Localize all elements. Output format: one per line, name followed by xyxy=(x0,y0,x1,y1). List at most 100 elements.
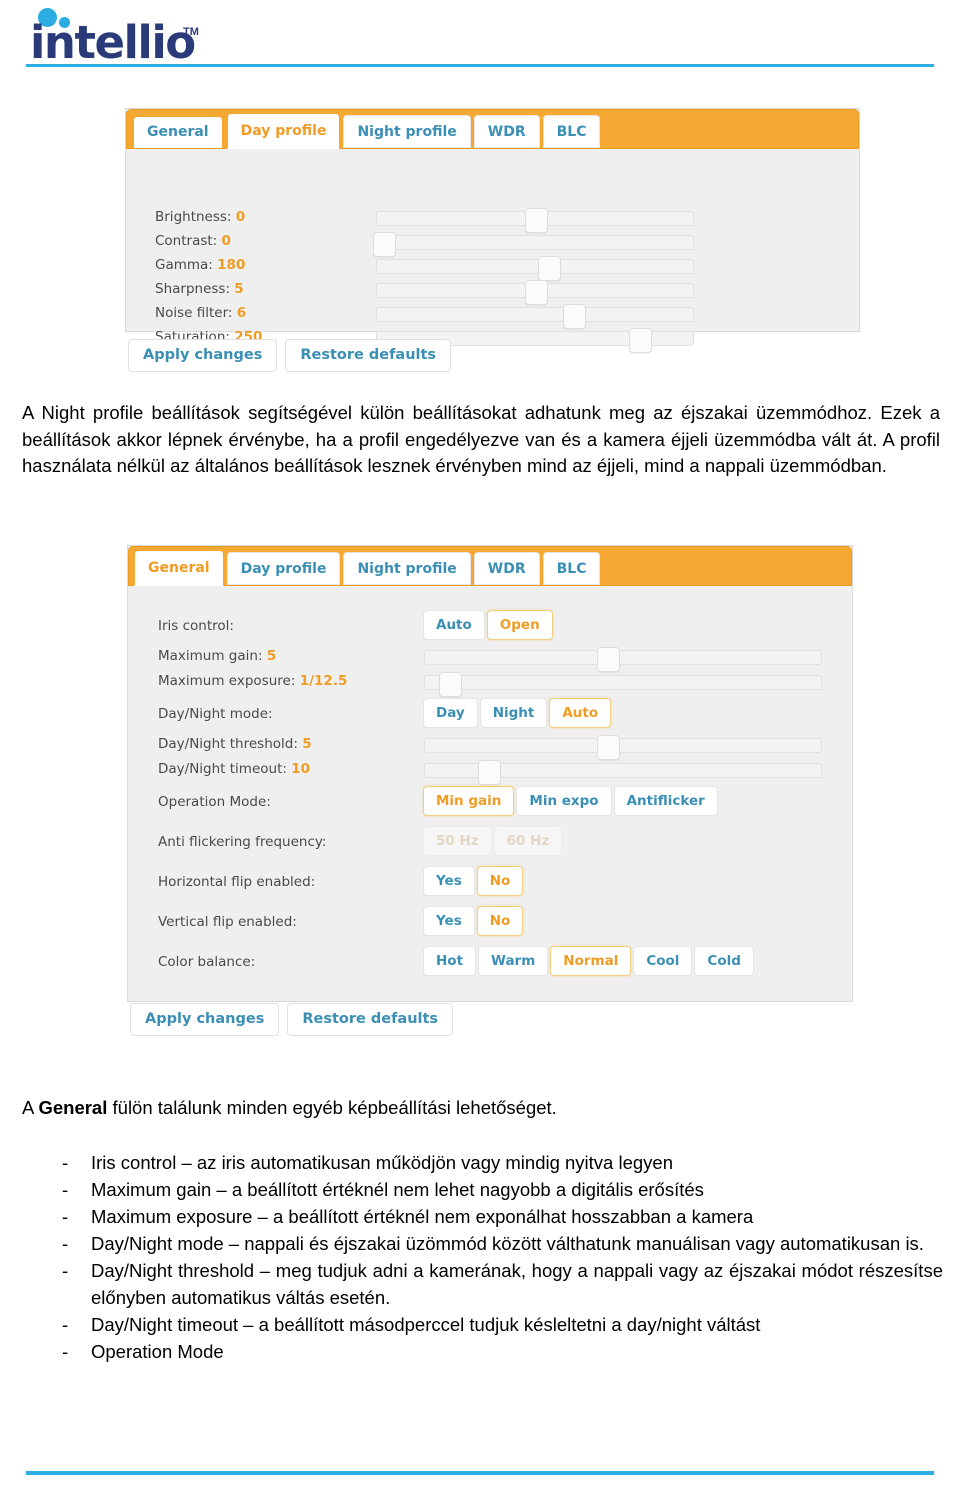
setting-row-sharpness: Sharpness: 5 xyxy=(126,280,859,305)
day-night-timeout-slider[interactable] xyxy=(424,760,822,785)
color-balance-label: Color balance: xyxy=(158,954,255,970)
bullet-dash: - xyxy=(62,1233,69,1254)
horizontal-flip-segmented: Yes No xyxy=(423,866,525,896)
horizontal-flip-label: Horizontal flip enabled: xyxy=(158,874,315,890)
operation-mode-option-min-gain[interactable]: Min gain xyxy=(423,786,515,816)
horizontal-flip-option-no[interactable]: No xyxy=(476,866,524,896)
day-profile-action-buttons: Apply changes Restore defaults xyxy=(128,339,459,372)
list-item-text: Maximum gain – a beállított értéknél nem… xyxy=(91,1179,704,1200)
maximum-exposure-label-text: Maximum exposure: xyxy=(158,673,296,689)
general-settings-body: Iris control: Auto Open Maximum gain: 5 … xyxy=(128,586,852,1000)
day-night-threshold-value: 5 xyxy=(302,736,312,752)
tab-day-profile-2[interactable]: Day profile xyxy=(226,552,341,585)
paragraph-general-suffix: fülön találunk minden egyéb képbeállítás… xyxy=(107,1097,557,1118)
color-balance-option-warm[interactable]: Warm xyxy=(478,946,549,976)
noise-filter-slider[interactable] xyxy=(376,304,694,329)
paragraph-night-profile: A Night profile beállítások segítségével… xyxy=(22,402,940,476)
setting-row-day-night-threshold: Day/Night threshold: 5 xyxy=(128,735,852,760)
noise-filter-slider-knob[interactable] xyxy=(562,304,586,329)
setting-row-contrast: Contrast: 0 xyxy=(126,232,859,257)
list-item: - Maximum gain – a beállított értéknél n… xyxy=(58,1176,943,1203)
brightness-slider-knob[interactable] xyxy=(525,208,548,233)
anti-flicker-option-50hz: 50 Hz xyxy=(423,826,492,856)
maximum-gain-label: Maximum gain: 5 xyxy=(158,648,276,664)
screenshot-general-panel: General Day profile Night profile WDR BL… xyxy=(127,545,853,1002)
color-balance-option-hot[interactable]: Hot xyxy=(423,946,477,976)
operation-mode-label-text: Operation Mode: xyxy=(158,794,271,810)
day-night-timeout-label: Day/Night timeout: 10 xyxy=(158,761,310,777)
color-balance-segmented: Hot Warm Normal Cool Cold xyxy=(423,946,756,976)
apply-changes-button-2[interactable]: Apply changes xyxy=(130,1003,280,1036)
noise-filter-label: Noise filter: 6 xyxy=(155,305,246,321)
iris-control-option-open[interactable]: Open xyxy=(486,610,553,640)
contrast-slider[interactable] xyxy=(373,232,694,257)
maximum-gain-slider-knob[interactable] xyxy=(597,647,621,672)
brightness-slider[interactable] xyxy=(376,208,694,233)
list-item-text: Day/Night mode – nappali és éjszakai üzö… xyxy=(91,1233,924,1254)
brightness-value: 0 xyxy=(235,209,246,225)
setting-row-noise-filter: Noise filter: 6 xyxy=(126,304,859,329)
sharpness-slider[interactable] xyxy=(376,280,694,305)
vertical-flip-option-no[interactable]: No xyxy=(476,906,524,936)
color-balance-option-normal[interactable]: Normal xyxy=(550,946,632,976)
horizontal-flip-option-yes[interactable]: Yes xyxy=(423,866,475,896)
tab-blc-2[interactable]: BLC xyxy=(542,552,601,585)
tab-night-profile[interactable]: Night profile xyxy=(343,115,471,148)
maximum-gain-slider[interactable] xyxy=(424,647,822,672)
tab-wdr[interactable]: WDR xyxy=(473,115,540,148)
restore-defaults-button-1[interactable]: Restore defaults xyxy=(285,339,452,372)
saturation-slider-knob[interactable] xyxy=(629,328,653,353)
day-night-threshold-slider-knob[interactable] xyxy=(597,735,621,760)
brightness-label-text: Brightness: xyxy=(155,209,232,225)
color-balance-option-cool[interactable]: Cool xyxy=(633,946,693,976)
gamma-label: Gamma: 180 xyxy=(155,257,245,273)
day-profile-settings-body: Brightness: 0 Contrast: 0 Gamma: 180 Sha… xyxy=(126,149,859,353)
sharpness-label-text: Sharpness: xyxy=(155,281,230,297)
list-item: - Maximum exposure – a beállított értékn… xyxy=(58,1203,943,1230)
tab-wdr-2[interactable]: WDR xyxy=(473,552,540,585)
day-night-threshold-slider[interactable] xyxy=(424,735,822,760)
tab-general[interactable]: General xyxy=(132,115,224,148)
maximum-gain-label-text: Maximum gain: xyxy=(158,648,263,664)
sharpness-slider-knob[interactable] xyxy=(525,280,548,305)
tab-general-2[interactable]: General xyxy=(134,550,224,586)
operation-mode-option-antiflicker[interactable]: Antiflicker xyxy=(613,786,718,816)
list-item-text: Iris control – az iris automatikusan műk… xyxy=(91,1152,674,1173)
tab-blc[interactable]: BLC xyxy=(542,115,601,148)
general-options-bullet-list: - Iris control – az iris automatikusan m… xyxy=(58,1149,943,1365)
day-night-mode-option-night[interactable]: Night xyxy=(479,698,548,728)
apply-changes-button-1[interactable]: Apply changes xyxy=(128,339,278,372)
maximum-exposure-slider-knob[interactable] xyxy=(438,672,462,697)
operation-mode-option-min-expo[interactable]: Min expo xyxy=(516,786,612,816)
vertical-flip-segmented: Yes No xyxy=(423,906,525,936)
color-balance-option-cold[interactable]: Cold xyxy=(694,946,754,976)
day-night-timeout-label-text: Day/Night timeout: xyxy=(158,761,287,777)
iris-control-option-auto[interactable]: Auto xyxy=(423,610,485,640)
bullet-dash: - xyxy=(62,1314,69,1335)
restore-defaults-button-2[interactable]: Restore defaults xyxy=(287,1003,454,1036)
vertical-flip-option-yes[interactable]: Yes xyxy=(423,906,475,936)
list-item: - Day/Night threshold – meg tudjuk adni … xyxy=(58,1257,943,1311)
iris-control-segmented: Auto Open xyxy=(423,610,555,640)
paragraph-general-bold: General xyxy=(38,1097,108,1118)
maximum-exposure-slider[interactable] xyxy=(424,672,822,697)
gamma-value: 180 xyxy=(217,257,246,273)
screenshot-day-profile-panel: General Day profile Night profile WDR BL… xyxy=(125,108,860,353)
bullet-dash: - xyxy=(62,1341,69,1362)
tab-night-profile-2[interactable]: Night profile xyxy=(343,552,471,585)
contrast-slider-knob[interactable] xyxy=(373,232,396,257)
general-action-buttons: Apply changes Restore defaults xyxy=(130,1003,461,1036)
brightness-label: Brightness: 0 xyxy=(155,209,245,225)
gamma-slider[interactable] xyxy=(376,256,694,281)
gamma-slider-knob[interactable] xyxy=(537,256,561,281)
horizontal-flip-label-text: Horizontal flip enabled: xyxy=(158,874,316,890)
day-night-mode-option-day[interactable]: Day xyxy=(423,698,478,728)
day-night-mode-option-auto[interactable]: Auto xyxy=(549,698,612,728)
day-night-timeout-slider-knob[interactable] xyxy=(478,760,502,785)
day-night-mode-label: Day/Night mode: xyxy=(158,706,273,722)
tab-day-profile[interactable]: Day profile xyxy=(226,113,341,149)
paragraph-general-tab: A General fülön találunk minden egyéb ké… xyxy=(22,1095,940,1122)
setting-row-maximum-exposure: Maximum exposure: 1/12.5 xyxy=(128,672,852,697)
maximum-exposure-value: 1/12.5 xyxy=(299,673,348,689)
maximum-exposure-label: Maximum exposure: 1/12.5 xyxy=(158,673,347,689)
